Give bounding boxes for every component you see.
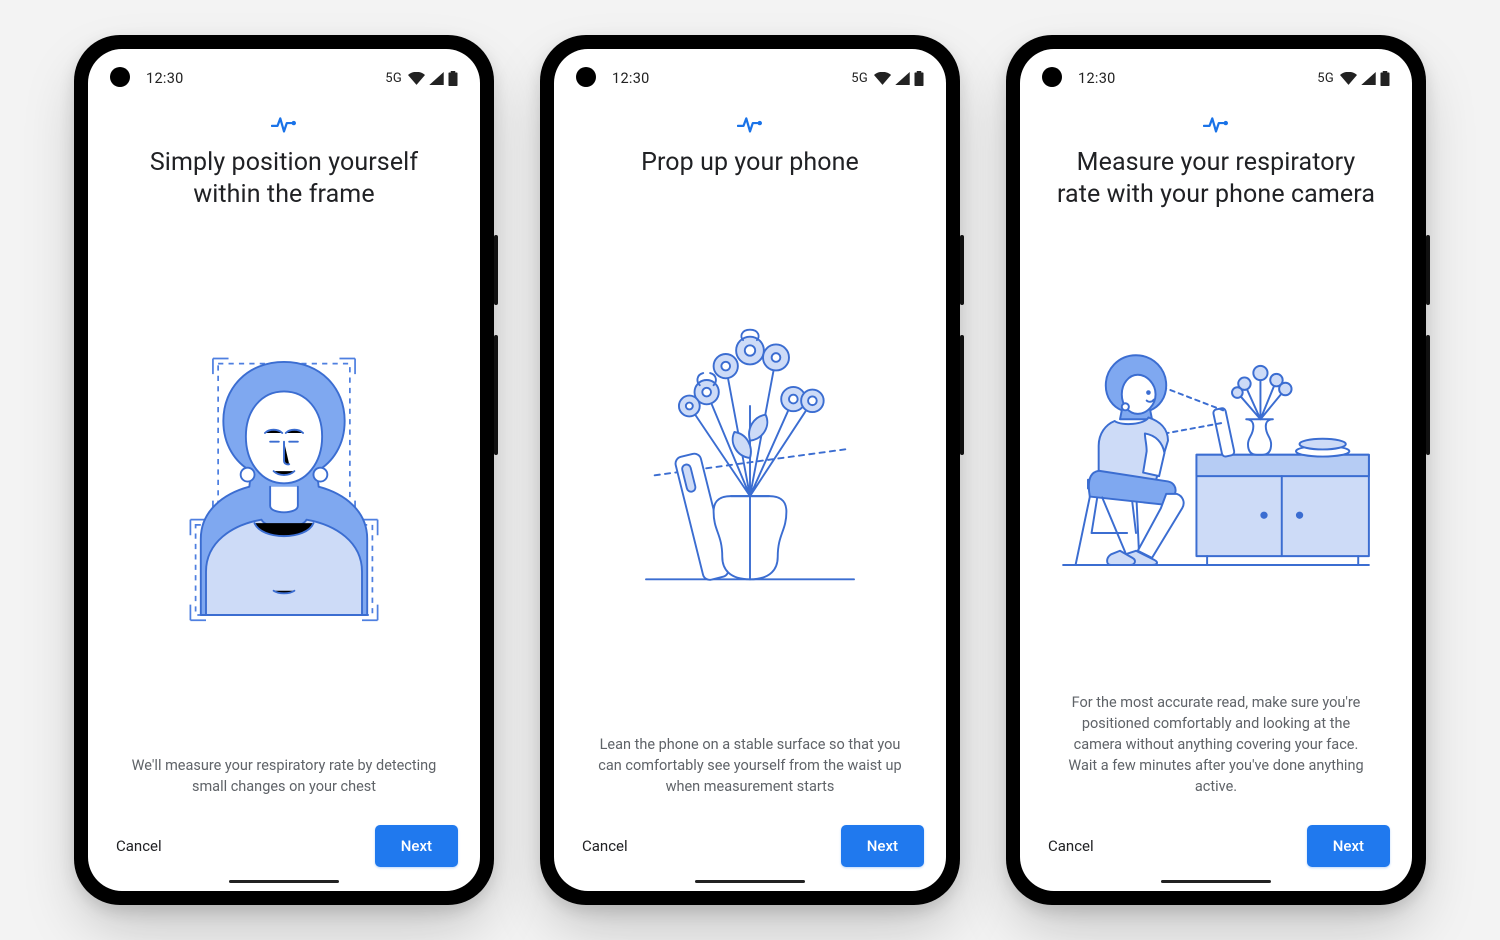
phone-screen: 12:30 5G Prop up your phone [554, 49, 946, 891]
onboarding-content: Simply position yourself within the fram… [88, 101, 480, 803]
wifi-icon [1340, 72, 1357, 85]
phone-screen: 12:30 5G Simply position yourself within… [88, 49, 480, 891]
illustration [114, 211, 454, 755]
onboarding-content: Measure your respiratory rate with your … [1020, 101, 1412, 803]
vital-pulse-icon [737, 115, 763, 137]
footer-actions: Cancel Next [554, 803, 946, 891]
status-icons: 5G [385, 71, 458, 86]
phone-mockup-3: 12:30 5G Measure your respiratory rate w… [1006, 35, 1426, 905]
phone-vase-illustration [620, 313, 880, 603]
battery-icon [448, 71, 458, 86]
status-bar: 12:30 5G [554, 49, 946, 101]
footer-actions: Cancel Next [1020, 803, 1412, 891]
network-label: 5G [385, 71, 402, 86]
wifi-icon [874, 72, 891, 85]
phone-mockup-2: 12:30 5G Prop up your phone [540, 35, 960, 905]
next-button[interactable]: Next [1307, 825, 1390, 867]
home-indicator [695, 880, 805, 884]
punch-hole-camera [110, 67, 130, 87]
network-label: 5G [1317, 71, 1334, 86]
person-seated-illustration [1056, 328, 1376, 578]
description: We'll measure your respiratory rate by d… [114, 755, 454, 797]
status-time: 12:30 [612, 70, 650, 87]
cell-signal-icon [1361, 72, 1376, 85]
punch-hole-camera [1042, 67, 1062, 87]
network-label: 5G [851, 71, 868, 86]
status-bar: 12:30 5G [1020, 49, 1412, 101]
home-indicator [1161, 880, 1271, 884]
description: For the most accurate read, make sure yo… [1046, 692, 1386, 797]
status-icons: 5G [851, 71, 924, 86]
person-in-frame-illustration [154, 335, 414, 635]
punch-hole-camera [576, 67, 596, 87]
headline: Prop up your phone [641, 147, 859, 179]
status-time: 12:30 [1078, 70, 1116, 87]
battery-icon [914, 71, 924, 86]
status-bar: 12:30 5G [88, 49, 480, 101]
cell-signal-icon [895, 72, 910, 85]
onboarding-content: Prop up your phone [554, 101, 946, 803]
headline: Measure your respiratory rate with your … [1052, 147, 1380, 211]
illustration [580, 179, 920, 734]
phone-mockup-1: 12:30 5G Simply position yourself within… [74, 35, 494, 905]
phone-screen: 12:30 5G Measure your respiratory rate w… [1020, 49, 1412, 891]
vital-pulse-icon [1203, 115, 1229, 137]
status-icons: 5G [1317, 71, 1390, 86]
stage: 12:30 5G Simply position yourself within… [0, 0, 1500, 940]
home-indicator [229, 880, 339, 884]
cancel-button[interactable]: Cancel [110, 827, 168, 865]
cancel-button[interactable]: Cancel [576, 827, 634, 865]
vital-pulse-icon [271, 115, 297, 137]
illustration [1046, 211, 1386, 692]
headline: Simply position yourself within the fram… [120, 147, 448, 211]
cancel-button[interactable]: Cancel [1042, 827, 1100, 865]
next-button[interactable]: Next [841, 825, 924, 867]
cell-signal-icon [429, 72, 444, 85]
battery-icon [1380, 71, 1390, 86]
status-time: 12:30 [146, 70, 184, 87]
footer-actions: Cancel Next [88, 803, 480, 891]
wifi-icon [408, 72, 425, 85]
next-button[interactable]: Next [375, 825, 458, 867]
description: Lean the phone on a stable surface so th… [580, 734, 920, 797]
